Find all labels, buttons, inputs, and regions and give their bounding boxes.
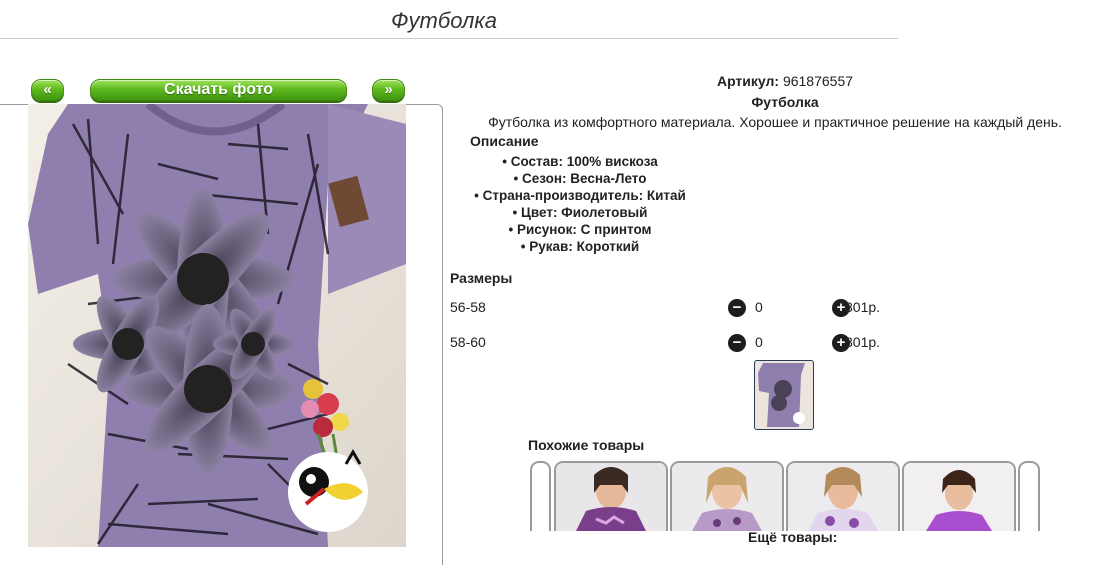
product-image	[556, 463, 666, 531]
next-photo-button[interactable]: »	[372, 79, 405, 101]
size-label: 56-58	[450, 299, 486, 315]
similar-scroll-left[interactable]	[530, 461, 551, 531]
spec-item: Рисунок: С принтом	[455, 221, 705, 238]
photo-thumbnail[interactable]	[754, 360, 814, 430]
price-value: 801р.	[845, 334, 881, 350]
sku-label: Артикул:	[716, 73, 780, 89]
similar-item[interactable]	[554, 461, 668, 531]
brand-logo	[288, 449, 368, 532]
product-image	[672, 463, 782, 531]
product-image	[788, 463, 898, 531]
spec-item: Рукав: Короткий	[455, 238, 705, 255]
minus-icon[interactable]: −	[728, 299, 746, 317]
size-label: 58-60	[450, 334, 486, 350]
quantity-value: 0	[755, 334, 763, 350]
similar-scroll-right[interactable]	[1018, 461, 1040, 531]
spec-item: Сезон: Весна-Лето	[455, 170, 705, 187]
sku-value: 961876557	[782, 73, 854, 89]
price-value: 801р.	[845, 299, 881, 315]
more-products-label: Ещё товары:	[748, 529, 838, 545]
similar-item[interactable]	[670, 461, 784, 531]
title-divider	[0, 38, 898, 39]
shirt-illustration	[28, 104, 406, 547]
spec-item: Состав: 100% вискоза	[455, 153, 705, 170]
spec-item: Цвет: Фиолетовый	[455, 204, 705, 221]
size-row: 56-58 − 0 + 801р.	[450, 299, 910, 319]
product-name: Футболка	[751, 94, 819, 110]
size-row: 58-60 − 0 + 801р.	[450, 334, 910, 354]
spec-item: Страна-производитель: Китай	[455, 187, 705, 204]
similar-item[interactable]	[786, 461, 900, 531]
product-image	[904, 463, 1014, 531]
prev-photo-button[interactable]: «	[31, 79, 64, 101]
page-title: Футболка	[391, 8, 497, 33]
similar-heading: Похожие товары	[528, 437, 645, 453]
spec-list: Состав: 100% вискоза Сезон: Весна-Лето С…	[455, 153, 705, 255]
thumbnail-image	[757, 363, 811, 427]
product-description: Футболка из комфортного материала. Хорош…	[488, 114, 1062, 130]
product-photo[interactable]	[28, 104, 406, 547]
minus-icon[interactable]: −	[728, 334, 746, 352]
description-heading: Описание	[470, 133, 539, 149]
download-photo-button[interactable]: Скачать фото	[90, 79, 347, 101]
similar-item[interactable]	[902, 461, 1016, 531]
quantity-value: 0	[755, 299, 763, 315]
sizes-heading: Размеры	[450, 270, 513, 286]
sku-line: Артикул: 961876557	[620, 73, 950, 89]
